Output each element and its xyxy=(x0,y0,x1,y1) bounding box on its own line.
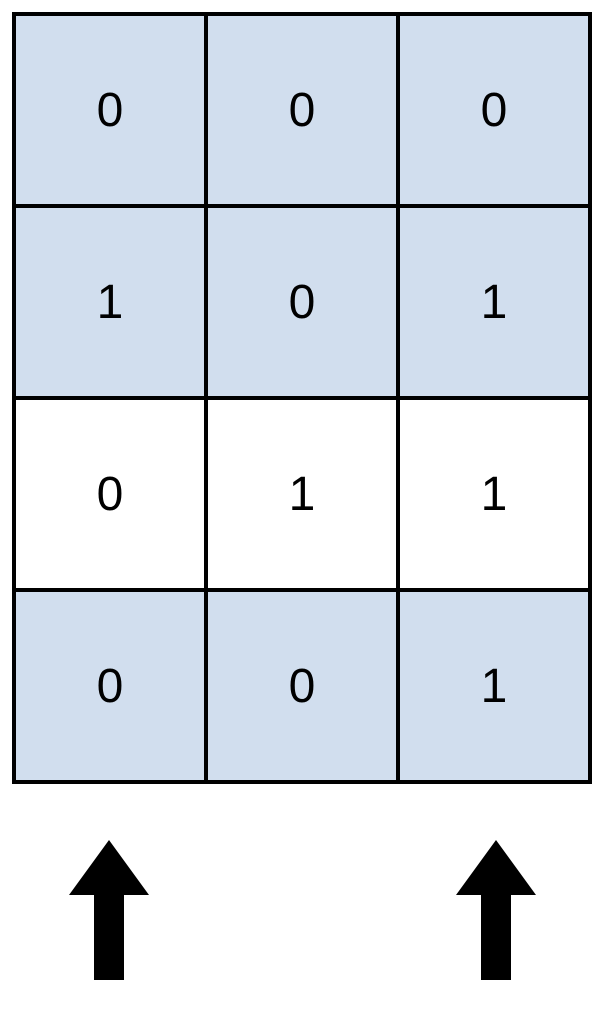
cell-2-1: 1 xyxy=(206,398,398,590)
arrow-up-icon xyxy=(69,840,149,980)
cell-1-2: 1 xyxy=(398,206,590,398)
binary-grid: 0 0 0 1 0 1 0 1 1 0 0 1 xyxy=(12,12,592,784)
cell-2-0: 0 xyxy=(14,398,206,590)
cell-0-0: 0 xyxy=(14,14,206,206)
cell-1-0: 1 xyxy=(14,206,206,398)
cell-3-0: 0 xyxy=(14,590,206,782)
cell-0-2: 0 xyxy=(398,14,590,206)
arrow-row xyxy=(12,820,592,1000)
cell-3-2: 1 xyxy=(398,590,590,782)
arrow-slot-0 xyxy=(12,840,205,980)
arrow-up-icon xyxy=(456,840,536,980)
cell-1-1: 0 xyxy=(206,206,398,398)
arrow-slot-2 xyxy=(399,840,592,980)
cell-0-1: 0 xyxy=(206,14,398,206)
cell-2-2: 1 xyxy=(398,398,590,590)
cell-3-1: 0 xyxy=(206,590,398,782)
